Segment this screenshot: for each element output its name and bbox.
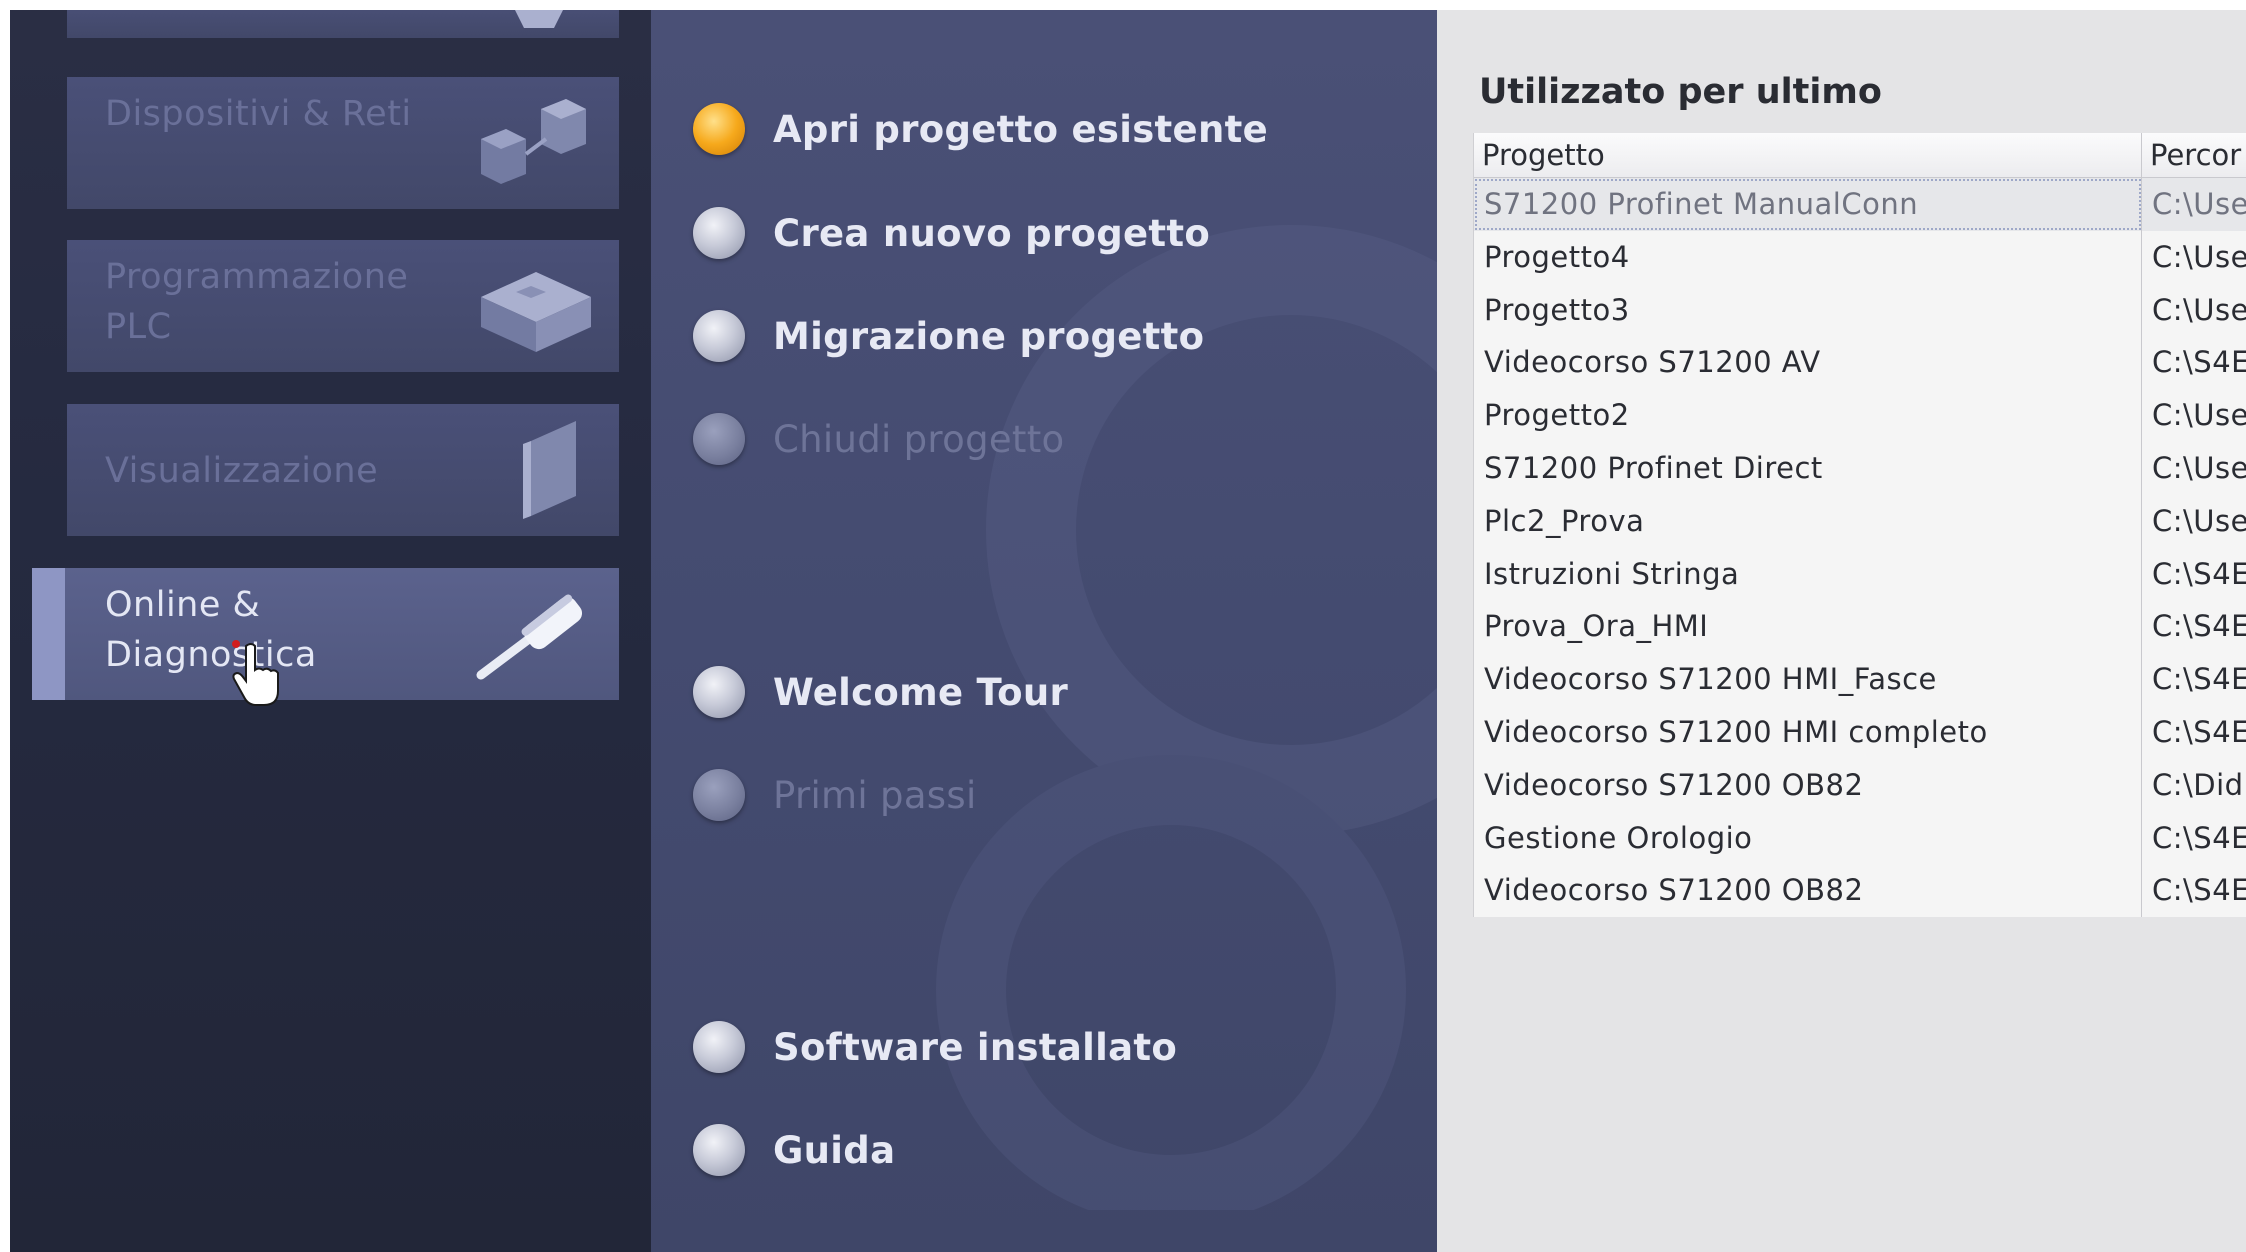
project-path-cell: C:\S4E [2152, 662, 2246, 697]
table-row[interactable]: Prova_Ora_HMI C:\S4E [1474, 600, 2246, 654]
radio-bullet-icon [693, 207, 745, 259]
table-row[interactable]: Videocorso S71200 AV C:\S4E [1474, 336, 2246, 390]
table-body: S71200 Profinet ManualConn C:\Use Progetto… [1474, 178, 2246, 918]
tia-portal-start-view: Dispositivi & Reti Programmazione PLC Vi… [10, 10, 2246, 1252]
action-installed-software[interactable]: Software installato [693, 1017, 1177, 1077]
project-path-cell: C:\Use [2152, 292, 2246, 327]
project-path-cell: C:\Use [2152, 398, 2246, 433]
project-path-cell: C:\Use [2152, 239, 2246, 274]
nav-tile-devices-networks[interactable]: Dispositivi & Reti [67, 77, 619, 209]
nav-tile-label: Dispositivi & Reti [105, 94, 412, 134]
project-name-cell: S71200 Profinet ManualConn [1474, 178, 2142, 231]
project-name-cell: Prova_Ora_HMI [1474, 600, 2142, 654]
radio-bullet-icon [693, 1124, 745, 1176]
project-name-cell: Gestione Orologio [1474, 811, 2142, 865]
table-row[interactable]: Progetto3 C:\Use [1474, 283, 2246, 337]
nav-tile-plc-programming[interactable]: Programmazione PLC [67, 240, 619, 372]
radio-bullet-icon [693, 103, 745, 155]
nav-tile-online-diagnostics[interactable]: Online & Diagnostica [32, 568, 619, 700]
radio-bullet-icon [693, 769, 745, 821]
active-indicator [32, 568, 65, 700]
table-row[interactable]: S71200 Profinet ManualConn C:\Use [1474, 178, 2246, 231]
radio-bullet-icon [693, 666, 745, 718]
plc-block-icon [481, 272, 591, 352]
action-label: Welcome Tour [773, 670, 1069, 714]
action-migrate-project[interactable]: Migrazione progetto [693, 306, 1204, 366]
project-path-cell: C:\S4E [2152, 873, 2246, 908]
project-path-cell: C:\S4E [2152, 556, 2246, 591]
action-label: Apri progetto esistente [773, 107, 1268, 151]
column-header-path[interactable]: Percor [2142, 133, 2246, 177]
action-label: Chiudi progetto [773, 417, 1065, 461]
table-row[interactable]: Progetto2 C:\Use [1474, 389, 2246, 442]
project-name-cell: Videocorso S71200 OB82 [1474, 758, 2142, 812]
project-path-cell: C:\S4E [2152, 714, 2246, 749]
portal-actions: Apri progetto esistente Crea nuovo proge… [651, 10, 1437, 1252]
project-path-cell: C:\Use [2152, 187, 2246, 221]
action-open-project[interactable]: Apri progetto esistente [693, 99, 1268, 159]
action-label: Primi passi [773, 773, 977, 817]
table-header: Progetto Percor [1474, 133, 2246, 178]
action-label: Guida [773, 1128, 896, 1172]
project-path-cell: C:\S4E [2152, 820, 2246, 855]
project-name-cell: Istruzioni Stringa [1474, 547, 2142, 601]
action-label: Crea nuovo progetto [773, 211, 1211, 255]
table-row[interactable]: Videocorso S71200 OB82 C:\Did [1474, 758, 2246, 812]
table-row[interactable]: Gestione Orologio C:\S4E [1474, 811, 2246, 865]
recent-projects-table: Progetto Percor S71200 Profinet ManualCo… [1473, 133, 2246, 918]
cube-icon [515, 10, 563, 28]
nav-tile-visualization[interactable]: Visualizzazione [67, 404, 619, 536]
column-header-project[interactable]: Progetto [1474, 133, 2142, 177]
nav-tile-label: Visualizzazione [105, 451, 379, 491]
action-help[interactable]: Guida [693, 1120, 895, 1180]
project-name-cell: Progetto4 [1474, 230, 2142, 284]
table-row[interactable]: Progetto4 C:\Use [1474, 230, 2246, 284]
table-row[interactable]: Videocorso S71200 HMI completo C:\S4E [1474, 705, 2246, 759]
project-name-cell: Videocorso S71200 OB82 [1474, 864, 2142, 918]
table-row[interactable]: Istruzioni Stringa C:\S4E [1474, 547, 2246, 601]
radio-bullet-icon [693, 310, 745, 362]
project-name-cell: Plc2_Prova [1474, 494, 2142, 548]
project-path-cell: C:\Use [2152, 503, 2246, 538]
radio-bullet-icon [693, 1021, 745, 1073]
table-row[interactable]: Videocorso S71200 HMI_Fasce C:\S4E [1474, 653, 2246, 706]
network-devices-icon [481, 99, 586, 184]
action-label: Migrazione progetto [773, 314, 1205, 358]
action-first-steps: Primi passi [693, 765, 977, 825]
nav-tile-start[interactable] [67, 10, 619, 38]
action-close-project: Chiudi progetto [693, 409, 1064, 469]
project-name-cell: S71200 Profinet Direct [1474, 441, 2142, 495]
action-new-project[interactable]: Crea nuovo progetto [693, 203, 1210, 263]
action-welcome-tour[interactable]: Welcome Tour [693, 662, 1068, 722]
project-path-cell: C:\Did [2152, 767, 2244, 802]
recent-projects-title: Utilizzato per ultimo [1479, 72, 1882, 112]
project-name-cell: Videocorso S71200 AV [1474, 336, 2142, 390]
hmi-panel-icon [523, 421, 576, 519]
portal-nav: Dispositivi & Reti Programmazione PLC Vi… [10, 10, 651, 1252]
nav-tile-label: Programmazione PLC [105, 257, 409, 347]
project-path-cell: C:\S4E [2152, 345, 2246, 380]
project-name-cell: Videocorso S71200 HMI_Fasce [1474, 653, 2142, 706]
project-path-cell: C:\Use [2152, 450, 2246, 485]
table-row[interactable]: Videocorso S71200 OB82 C:\S4E [1474, 864, 2246, 918]
table-row[interactable]: Plc2_Prova C:\Use [1474, 494, 2246, 548]
radio-bullet-icon [693, 413, 745, 465]
recent-projects-panel: Utilizzato per ultimo Progetto Percor S7… [1437, 10, 2246, 1252]
project-path-cell: C:\S4E [2152, 609, 2246, 644]
screwdriver-icon [476, 594, 583, 680]
hand-cursor-icon [232, 640, 279, 706]
project-name-cell: Videocorso S71200 HMI completo [1474, 705, 2142, 759]
project-name-cell: Progetto3 [1474, 283, 2142, 337]
action-label: Software installato [773, 1025, 1178, 1069]
project-name-cell: Progetto2 [1474, 389, 2142, 442]
table-row[interactable]: S71200 Profinet Direct C:\Use [1474, 441, 2246, 495]
